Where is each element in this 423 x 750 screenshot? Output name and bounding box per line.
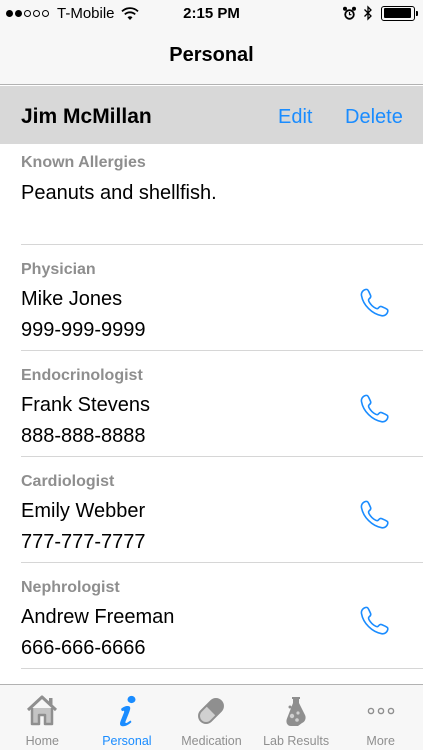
profile-name: Jim McMillan: [21, 105, 152, 128]
edit-button[interactable]: Edit: [278, 106, 312, 129]
contact-name: Mike Jones: [21, 288, 123, 310]
tab-label: Personal: [102, 734, 152, 748]
tab-label: Home: [25, 734, 59, 748]
contact-phone: 777-777-7777: [21, 531, 146, 553]
tab-label: More: [366, 734, 395, 748]
info-icon: [119, 695, 136, 727]
contact-phone: 666-666-6666: [21, 637, 146, 659]
allergies-value: Peanuts and shellfish.: [21, 182, 217, 204]
navigation-bar: Personal: [0, 28, 423, 85]
tab-label: Medication: [181, 734, 242, 748]
contact-role: Nephrologist: [21, 579, 120, 596]
status-right: [336, 5, 418, 21]
contact-row-nephrologist: Nephrologist Andrew Freeman 666-666-6666: [21, 563, 423, 669]
tab-lab-results[interactable]: Lab Results: [254, 685, 339, 750]
tab-more[interactable]: More: [338, 685, 423, 750]
contact-role: Physician: [21, 261, 96, 278]
lab-icon: [286, 697, 306, 726]
status-bar: T-Mobile 2:15 PM: [0, 0, 423, 28]
contact-phone: 999-999-9999: [21, 319, 146, 341]
contact-name: Frank Stevens: [21, 394, 150, 416]
contact-name: Emily Webber: [21, 500, 146, 522]
contact-phone: 888-888-8888: [21, 425, 146, 447]
more-icon: [367, 707, 394, 715]
tab-bar: Home Personal Medication Lab Results Mor…: [0, 684, 423, 750]
pill-icon: [198, 698, 225, 724]
profile-header: Jim McMillan Edit Delete: [0, 86, 423, 144]
alarm-clock-icon: [343, 6, 356, 20]
battery-icon: [381, 5, 418, 21]
battery-level: [383, 8, 412, 18]
allergies-section: Known Allergies Peanuts and shellfish.: [21, 144, 423, 245]
tab-home[interactable]: Home: [0, 685, 85, 750]
phone-call-icon[interactable]: [357, 604, 389, 636]
tab-personal[interactable]: Personal: [85, 685, 170, 750]
phone-call-icon[interactable]: [357, 392, 389, 424]
contact-row-cardiologist: Cardiologist Emily Webber 777-777-7777: [21, 457, 423, 563]
bluetooth-icon: [364, 5, 372, 21]
delete-button[interactable]: Delete: [345, 106, 403, 129]
contact-row-endocrinologist: Endocrinologist Frank Stevens 888-888-88…: [21, 351, 423, 457]
tab-label: Lab Results: [263, 734, 330, 748]
contact-role: Cardiologist: [21, 473, 115, 490]
profile-details: Known Allergies Peanuts and shellfish. P…: [0, 144, 423, 669]
home-icon: [27, 695, 58, 726]
page-title: Personal: [169, 44, 254, 66]
phone-call-icon[interactable]: [357, 286, 389, 318]
contact-role: Endocrinologist: [21, 367, 143, 384]
tab-medication[interactable]: Medication: [169, 685, 254, 750]
phone-call-icon[interactable]: [357, 498, 389, 530]
contact-name: Andrew Freeman: [21, 606, 175, 628]
allergies-label: Known Allergies: [21, 154, 146, 171]
contact-row-physician: Physician Mike Jones 999-999-9999: [21, 245, 423, 351]
